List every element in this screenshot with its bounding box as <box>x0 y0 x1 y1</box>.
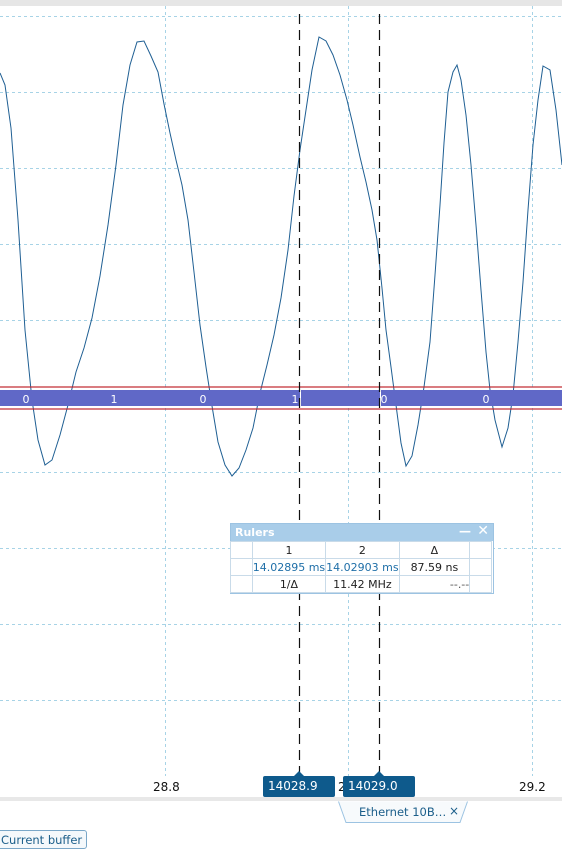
decoder-bit-label: 0 <box>381 393 388 406</box>
rulers-table: 1 2 Δ 14.02895 ms 14.02903 ms 87.59 ns 1… <box>230 541 492 593</box>
table-cell <box>230 541 253 559</box>
ruler-2-time: 14.02903 ms <box>325 558 400 576</box>
decoder-bit-label: 0 <box>23 393 30 406</box>
axis-footer-strip <box>0 797 562 801</box>
empty-value: --.-- <box>398 575 471 593</box>
table-cell <box>469 558 492 576</box>
current-buffer-button[interactable]: Current buffer <box>0 830 88 849</box>
waveform-plot[interactable]: 0 1 0 1 0 0 <box>0 0 562 797</box>
table-cell <box>469 541 492 559</box>
table-cell <box>230 558 253 576</box>
scope-view[interactable]: 0 1 0 1 0 0 28.8 2 29.2 14028.9 µs 14029.0 µs… <box>0 0 562 849</box>
decoder-bus-bar <box>0 390 562 406</box>
rulers-panel-title: Rulers <box>235 526 275 539</box>
ruler-1-time: 14.02895 ms <box>251 558 327 576</box>
close-icon[interactable]: × <box>449 804 459 818</box>
column-header-ruler-1: 1 <box>251 541 327 559</box>
minimize-icon[interactable]: — <box>459 523 471 540</box>
x-tick-label: 28.8 <box>153 780 180 794</box>
inverse-delta-label: 1/Δ <box>251 575 327 593</box>
column-header-delta: Δ <box>398 541 471 559</box>
frequency-value: 11.42 MHz <box>325 575 400 593</box>
close-icon[interactable]: ✕ <box>477 523 489 540</box>
table-row: 14.02895 ms 14.02903 ms 87.59 ns <box>230 558 492 576</box>
table-row: 1/Δ 11.42 MHz --.-- <box>230 575 492 593</box>
rulers-panel[interactable]: Rulers — ✕ 1 2 Δ 14.02895 ms 14.02903 ms… <box>230 523 494 594</box>
rulers-panel-header[interactable]: Rulers — ✕ <box>231 523 493 541</box>
tab-label: Ethernet 10B… <box>359 805 447 819</box>
decoder-bus[interactable]: 0 1 0 1 0 0 <box>0 386 562 410</box>
decoder-bit-label: 0 <box>200 393 207 406</box>
tab-ethernet-decoder[interactable]: Ethernet 10B… × <box>338 801 468 823</box>
decoder-bit-label: 1 <box>111 393 118 406</box>
x-tick-label: 29.2 <box>519 780 546 794</box>
table-row: 1 2 Δ <box>230 541 492 559</box>
table-cell <box>230 575 253 593</box>
table-cell <box>469 575 492 593</box>
ruler-2-flag[interactable]: 14029.0 µs <box>343 771 415 814</box>
ruler-1-flag[interactable]: 14028.9 µs <box>263 771 335 814</box>
delta-time: 87.59 ns <box>398 558 471 576</box>
column-header-ruler-2: 2 <box>325 541 400 559</box>
decoder-bit-label: 0 <box>483 393 490 406</box>
waveform-trace <box>0 36 562 477</box>
decoder-bit-label: 1 <box>292 393 299 406</box>
